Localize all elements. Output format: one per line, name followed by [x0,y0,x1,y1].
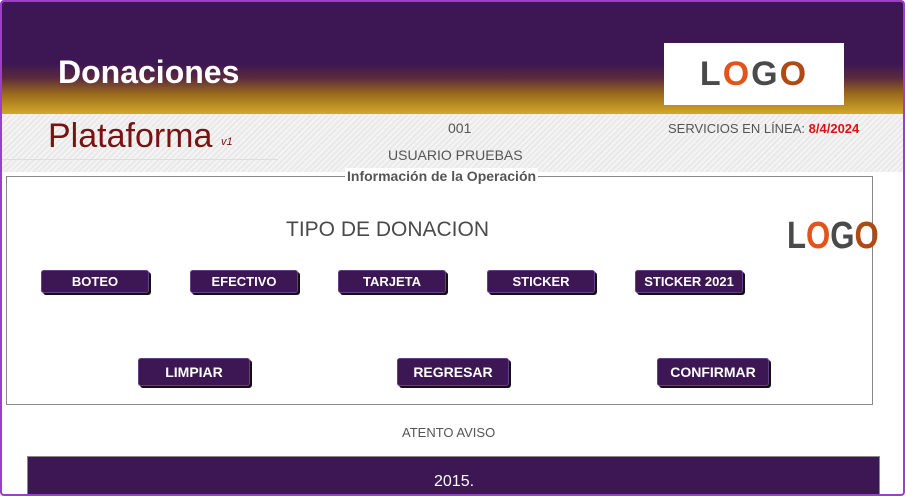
notice-text: 2015. [434,473,475,490]
operation-panel: Información de la Operación TIPO DE DONA… [6,168,879,405]
confirm-button[interactable]: CONFIRMAR [657,358,769,386]
tarjeta-button[interactable]: TARJETA [338,270,446,293]
sticker-button[interactable]: STICKER [487,270,595,293]
platform-name: Plataforma [48,117,213,155]
user-name: USUARIO PRUEBAS [388,147,523,163]
branch-code: 001 [448,120,472,136]
sticker-2021-button[interactable]: STICKER 2021 [635,270,743,293]
header-logo: LOGO [664,43,844,105]
services-label: SERVICIOS EN LÍNEA: [668,121,806,136]
back-button[interactable]: REGRESAR [397,358,509,386]
divider [2,159,278,160]
panel-legend: Información de la Operación [345,168,539,184]
notice-box: 2015. [27,456,880,494]
notice-title: ATENTO AVISO [402,425,496,440]
panel-logo: LOGO [787,215,879,257]
header-banner: Donaciones LOGO [2,2,903,114]
donation-type-heading: TIPO DE DONACION [286,218,490,241]
services-date: 8/4/2024 [808,121,860,136]
info-bar: Plataforma v1 001 USUARIO PRUEBAS SERVIC… [2,114,903,172]
logo-text: LOGO [699,54,809,93]
app-title: Donaciones [58,54,240,90]
clear-button[interactable]: LIMPIAR [138,358,250,386]
app-window: Donaciones LOGO Plataforma v1 001 USUARI… [0,0,905,496]
boteo-button[interactable]: BOTEO [41,270,149,293]
services-status: SERVICIOS EN LÍNEA: 8/4/2024 [668,121,859,136]
efectivo-button[interactable]: EFECTIVO [190,270,298,293]
platform-version: v1 [221,136,233,148]
